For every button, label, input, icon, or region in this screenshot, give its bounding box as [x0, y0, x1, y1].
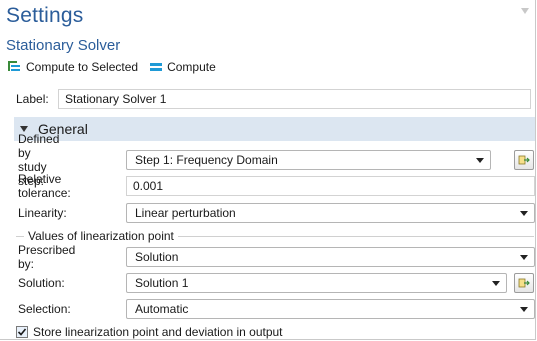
- section-general-header[interactable]: General: [14, 117, 535, 141]
- selection-select[interactable]: Automatic: [126, 299, 535, 319]
- collapse-arrow-icon[interactable]: [521, 8, 529, 14]
- selection-value: Automatic: [135, 302, 189, 316]
- go-to-source-icon: [518, 155, 530, 165]
- divider: [16, 235, 24, 237]
- chevron-down-icon: [520, 211, 528, 216]
- compute-label: Compute: [167, 60, 216, 74]
- solution-value: Solution 1: [135, 276, 189, 290]
- store-linearization-label: Store linearization point and deviation …: [33, 325, 283, 339]
- label-input[interactable]: Stationary Solver 1: [58, 89, 531, 109]
- linearization-group-header: Values of linearization point: [16, 229, 534, 243]
- linearity-label: Linearity:: [18, 206, 67, 220]
- selection-label: Selection:: [18, 302, 71, 316]
- go-to-solution-button[interactable]: [514, 273, 534, 293]
- chevron-down-icon: [520, 255, 528, 260]
- linearization-group-title: Values of linearization point: [28, 229, 174, 243]
- compute-button[interactable]: Compute: [150, 60, 216, 74]
- label-row: Label: Stationary Solver 1: [12, 88, 534, 110]
- relative-tolerance-label: Relative tolerance:: [18, 172, 71, 200]
- compute-to-selected-button[interactable]: Compute to Selected: [7, 60, 138, 74]
- go-to-source-icon: [518, 278, 530, 288]
- prescribed-by-select[interactable]: Solution: [126, 247, 535, 267]
- compute-to-selected-label: Compute to Selected: [26, 60, 139, 74]
- checkmark-icon: [17, 328, 27, 336]
- solution-label: Solution:: [18, 276, 65, 290]
- go-to-source-button[interactable]: [514, 150, 534, 170]
- relative-tolerance-input[interactable]: 0.001: [126, 176, 535, 196]
- linearity-value: Linear perturbation: [135, 206, 236, 220]
- store-linearization-row: Store linearization point and deviation …: [16, 324, 283, 340]
- label-caption: Label:: [16, 92, 49, 106]
- store-linearization-checkbox[interactable]: [16, 326, 28, 338]
- divider: [177, 235, 534, 237]
- chevron-down-icon: [492, 281, 500, 286]
- study-step-value: Step 1: Frequency Domain: [135, 153, 278, 167]
- solution-select[interactable]: Solution 1: [126, 273, 507, 293]
- chevron-down-icon: [520, 307, 528, 312]
- study-step-select[interactable]: Step 1: Frequency Domain: [126, 150, 491, 170]
- node-subtitle: Stationary Solver: [6, 37, 121, 54]
- prescribed-by-value: Solution: [135, 250, 179, 264]
- chevron-down-icon: [476, 158, 484, 163]
- linearity-select[interactable]: Linear perturbation: [126, 203, 535, 223]
- compute-icon: [150, 63, 163, 71]
- page-title: Settings: [6, 4, 84, 27]
- toolbar: Compute to Selected Compute: [7, 58, 216, 76]
- compute-to-selected-icon: [8, 61, 20, 71]
- prescribed-by-label: Prescribed by:: [18, 243, 76, 271]
